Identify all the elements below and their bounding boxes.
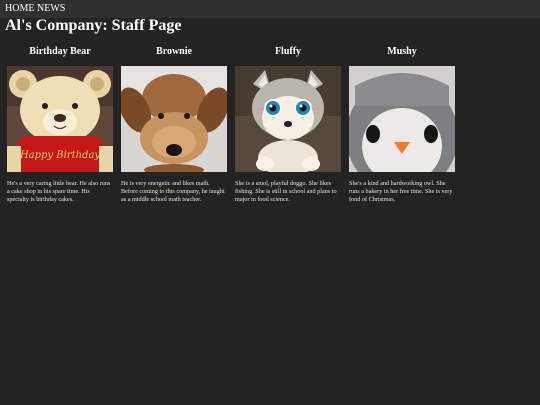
staff-bio: He is very energetic and likes math. Bef… (121, 180, 225, 203)
staff-name: Brownie (156, 46, 192, 57)
page-title: Al's Company: Staff Page (5, 17, 182, 34)
staff-name: Fluffy (274, 46, 302, 57)
staff-card-mushy: Mushy She's a kind and hardworking owl. … (349, 45, 455, 203)
staff-card-birthday-bear: Birthday Bear Happy Birthday He's a very… (7, 45, 113, 203)
staff-card-brownie: Brownie He is very energetic and likes m… (121, 45, 227, 203)
penguin-owl-photo (349, 66, 455, 172)
staff-name: Birthday Bear (29, 46, 91, 57)
nav-home-link[interactable]: HOME (5, 3, 34, 15)
svg-text:Happy Birthday: Happy Birthday (19, 150, 100, 161)
husky-puppy-photo (235, 66, 341, 172)
nav-news-link[interactable]: NEWS (37, 3, 65, 15)
staff-bio: He's a very caring little bear. He also … (7, 180, 111, 203)
staff-bio: She's a kind and hardworking owl. She ru… (349, 180, 453, 203)
staff-name: Mushy (387, 46, 417, 57)
staff-card-fluffy: Fluffy She is a smol, playful doggo. She… (235, 45, 341, 203)
teddy-bear-photo: Happy Birthday (7, 66, 113, 172)
brown-puppy-photo (121, 66, 227, 172)
staff-bio: She is a smol, playful doggo. She likes … (235, 180, 337, 203)
